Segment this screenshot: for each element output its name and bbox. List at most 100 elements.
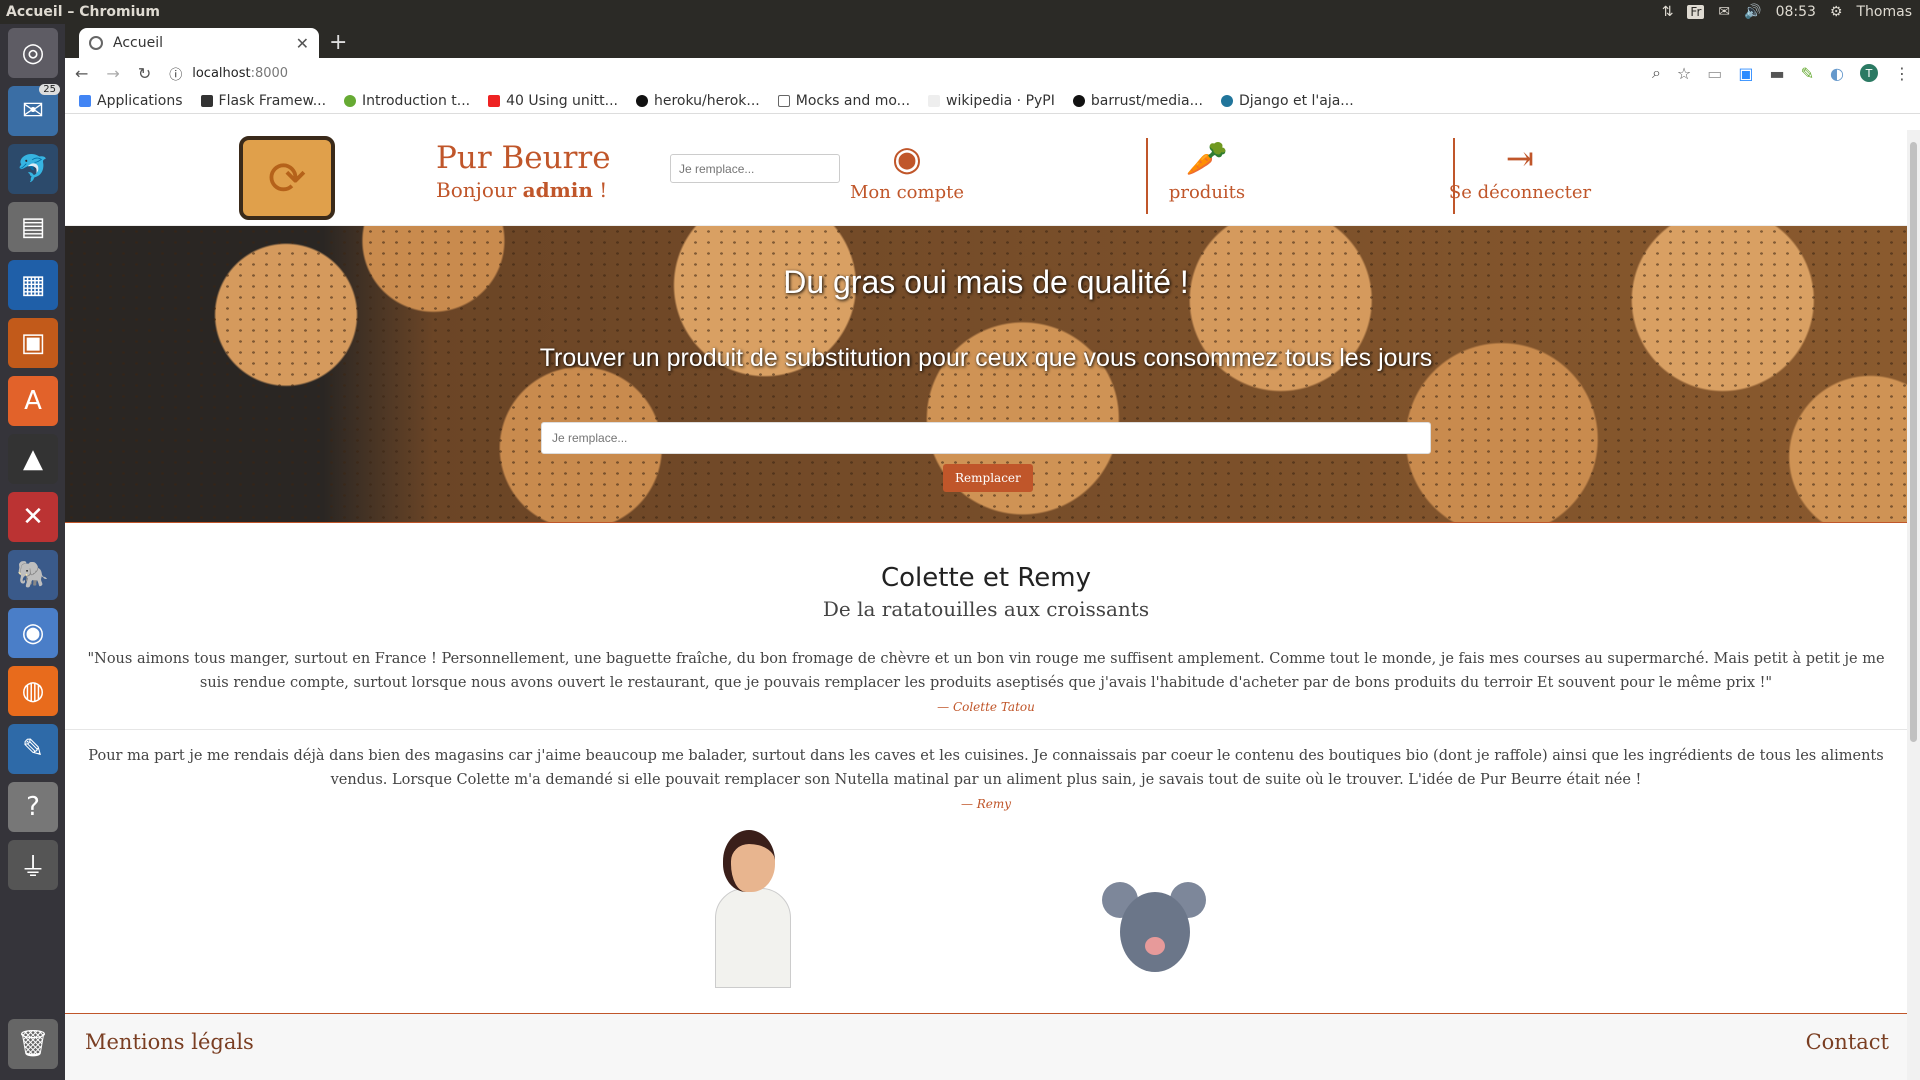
text-editor-icon[interactable]: ✎ — [8, 724, 58, 774]
scrollbar-thumb[interactable] — [1910, 142, 1917, 742]
remplacer-button[interactable]: Remplacer — [943, 464, 1033, 492]
new-tab-button[interactable]: + — [329, 30, 347, 55]
gear-icon[interactable]: ⚙ — [1830, 4, 1843, 20]
contact-link[interactable]: Contact — [1806, 1030, 1889, 1054]
sign-out-icon: ⇥ — [1505, 139, 1535, 179]
trash-icon[interactable]: 🗑 — [8, 1019, 58, 1069]
colette-image — [705, 830, 795, 988]
mysql-workbench-icon[interactable]: 🐬 — [8, 144, 58, 194]
mail-count-badge: 25 — [39, 84, 60, 95]
remy-image — [1100, 882, 1210, 982]
firefox-icon[interactable]: ◍ — [8, 666, 58, 716]
brand-name[interactable]: Pur Beurre — [436, 140, 611, 176]
bookmark-item[interactable]: heroku/herok... — [636, 93, 760, 109]
quote-citation: — Remy — [960, 797, 1012, 811]
back-icon[interactable]: ← — [75, 64, 88, 83]
forward-icon[interactable]: → — [106, 64, 119, 83]
legal-link[interactable]: Mentions légals — [85, 1030, 254, 1054]
youtube-icon — [488, 94, 501, 107]
bookmark-item[interactable]: wikipedia · PyPI — [928, 93, 1055, 109]
wordpress-icon — [1220, 94, 1233, 107]
browser-window: Accueil ✕ + ← → ↻ ⓘ localhost:8000 ⌕ ☆ ▭… — [65, 24, 1920, 1080]
extension-icon[interactable]: ▬ — [1770, 64, 1785, 83]
tab-strip: Accueil ✕ + — [65, 24, 1920, 58]
about-section: Colette et Remy De la ratatouilles aux c… — [65, 522, 1907, 988]
help-icon[interactable]: ? — [8, 782, 58, 832]
info-icon[interactable]: ⓘ — [169, 64, 182, 83]
github-icon — [636, 94, 648, 107]
page-scrollbar[interactable] — [1907, 130, 1920, 1080]
bookmark-item[interactable]: Mocks and mo... — [777, 93, 910, 109]
thunderbird-icon[interactable]: ✉ 25 — [8, 84, 60, 136]
software-center-icon[interactable]: A — [8, 376, 58, 426]
extension-icon[interactable]: ◐ — [1830, 64, 1844, 83]
impress-icon[interactable]: ▣ — [8, 318, 58, 368]
network-icon[interactable]: ⇅ — [1662, 4, 1674, 20]
about-subtitle: De la ratatouilles aux croissants — [822, 597, 1150, 621]
apps-grid-icon — [79, 94, 91, 107]
refresh-arrows-icon: ⟳ — [267, 151, 307, 205]
os-top-panel: Accueil – Chromium ⇅ Fr ✉ 🔊 08:53 ⚙ Thom… — [0, 0, 1920, 24]
remy-quote: Pour ma part je me rendais déjà dans bie… — [65, 744, 1907, 816]
brand-block: Pur Beurre Bonjour admin ! — [436, 140, 611, 202]
site-footer: Mentions légals Contact — [65, 1013, 1907, 1080]
unity-launcher: ◎ ✉ 25 🐬 ▤ ▦ ▣ A ▲ ✕ 🐘 ◉ ◍ ✎ ? ⏚ 🗑 — [0, 24, 65, 1080]
inkscape-icon[interactable]: ▲ — [8, 434, 58, 484]
mail-icon[interactable]: ✉ — [1718, 4, 1730, 20]
url-host: localhost — [192, 65, 251, 81]
settings-tools-icon[interactable]: ✕ — [8, 492, 58, 542]
url-port: :8000 — [250, 65, 289, 81]
bookmark-item[interactable]: Flask Framew... — [200, 93, 326, 109]
volume-icon[interactable]: 🔊 — [1744, 4, 1761, 20]
extension-icon[interactable]: ✎ — [1801, 64, 1814, 83]
characters-illustration — [65, 816, 1907, 988]
flask-icon — [200, 94, 213, 107]
nav-se-deconnecter[interactable]: ⇥ Se déconnecter — [1370, 136, 1670, 216]
chromium-icon[interactable]: ◉ — [8, 608, 58, 658]
bookmark-item[interactable]: Applications — [79, 93, 183, 109]
site-header: ⟳ Pur Beurre Bonjour admin ! ◉ Mon compt… — [65, 130, 1907, 226]
pur-beurre-logo[interactable]: ⟳ — [239, 136, 335, 220]
page-viewport: ⟳ Pur Beurre Bonjour admin ! ◉ Mon compt… — [65, 130, 1907, 1080]
files-icon[interactable]: ▤ — [8, 202, 58, 252]
hero-subtitle: Trouver un produit de substitution pour … — [539, 344, 1433, 372]
document-icon — [777, 94, 790, 107]
bookmark-item[interactable]: Django et l'aja... — [1220, 93, 1354, 109]
bookmark-item[interactable]: 40 Using unitt... — [488, 93, 618, 109]
quote-citation: — Colette Tatou — [937, 700, 1035, 714]
address-bar[interactable]: ⓘ localhost:8000 — [169, 64, 1634, 83]
writer-icon[interactable]: ▦ — [8, 260, 58, 310]
reload-icon[interactable]: ↻ — [138, 64, 151, 83]
pgadmin-elephant-icon[interactable]: 🐘 — [8, 550, 58, 600]
close-icon[interactable]: ✕ — [296, 34, 309, 53]
about-title: Colette et Remy — [881, 563, 1091, 593]
colette-quote: "Nous aimons tous manger, surtout en Fra… — [65, 647, 1907, 730]
bookmarks-bar: Applications Flask Framew... Introductio… — [65, 88, 1920, 114]
globe-icon — [89, 36, 103, 50]
extension-icon[interactable]: ▭ — [1707, 64, 1722, 83]
greeting: Bonjour admin ! — [436, 178, 608, 202]
tab-accueil[interactable]: Accueil ✕ — [79, 28, 319, 58]
leaf-icon — [344, 94, 357, 107]
system-tray: ⇅ Fr ✉ 🔊 08:53 ⚙ Thomas — [1662, 4, 1920, 20]
profile-avatar[interactable]: T — [1860, 64, 1878, 82]
carrot-icon: 🥕 — [1185, 139, 1229, 179]
zoom-icon[interactable]: ⌕ — [1652, 63, 1661, 83]
tab-title: Accueil — [113, 35, 163, 51]
keyboard-layout-indicator[interactable]: Fr — [1687, 5, 1705, 19]
menu-kebab-icon[interactable]: ⋮ — [1894, 64, 1910, 83]
bookmark-item[interactable]: Introduction t... — [344, 93, 470, 109]
hero-search-input[interactable] — [541, 422, 1431, 454]
browser-toolbar: ← → ↻ ⓘ localhost:8000 ⌕ ☆ ▭ ▣ ▬ ✎ ◐ T ⋮ — [65, 58, 1920, 88]
bookmark-star-icon[interactable]: ☆ — [1677, 64, 1691, 83]
clock[interactable]: 08:53 — [1776, 4, 1816, 20]
pypi-icon — [928, 94, 941, 107]
user-menu[interactable]: Thomas — [1856, 4, 1912, 20]
nav-produits[interactable]: 🥕 produits — [1057, 136, 1357, 216]
usb-drive-icon[interactable]: ⏚ — [8, 840, 58, 890]
bookmark-item[interactable]: barrust/media... — [1072, 93, 1203, 109]
zoom-extension-icon[interactable]: ▣ — [1738, 64, 1753, 83]
window-title: Accueil – Chromium — [6, 4, 160, 20]
hero-banner: Du gras oui mais de qualité ! Trouver un… — [65, 226, 1907, 522]
dash-icon[interactable]: ◎ — [8, 28, 58, 78]
